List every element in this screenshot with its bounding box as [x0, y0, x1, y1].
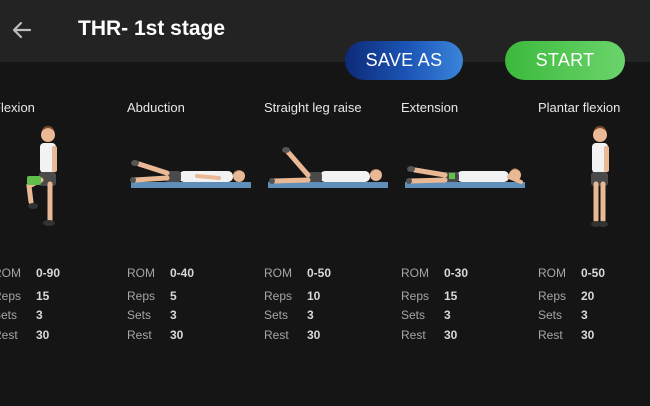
- stat-row-rom: ROM 0-50: [538, 266, 650, 282]
- stat-label: Reps: [264, 289, 293, 303]
- stat-row-rom: ROM 0-40: [127, 266, 257, 282]
- stat-row-rest: Rest 30: [264, 328, 394, 344]
- stat-label: ROM: [264, 266, 292, 280]
- stat-row-rom: ROM 0-90: [0, 266, 123, 282]
- stat-row-reps: Reps 10: [264, 289, 394, 305]
- stat-row-sets: Sets 3: [401, 308, 531, 324]
- exercise-name: Flexion: [0, 100, 35, 115]
- stat-label: ROM: [0, 266, 21, 280]
- stat-value: 0-50: [307, 266, 332, 280]
- stat-value: 15: [36, 289, 50, 303]
- prone-extension-figure: [405, 166, 525, 188]
- stat-label: Rest: [264, 328, 289, 342]
- start-button[interactable]: START: [505, 41, 625, 80]
- stat-label: Rest: [538, 328, 563, 342]
- stat-value: 3: [444, 308, 451, 322]
- stat-value: 30: [170, 328, 184, 342]
- stat-label: Rest: [0, 328, 18, 342]
- exercise-card-flexion[interactable]: Flexion ROM 0-90 Reps 15 Sets 3 Re: [0, 100, 123, 360]
- stat-label: Rest: [127, 328, 152, 342]
- stat-value: 5: [170, 289, 177, 303]
- stat-label: Reps: [0, 289, 22, 303]
- page-title: THR- 1st stage: [78, 17, 226, 40]
- stat-label: Reps: [401, 289, 430, 303]
- stat-row-rest: Rest 30: [401, 328, 531, 344]
- exercise-card-abduction[interactable]: Abduction ROM 0-40 Reps 5 Sets 3 Rest 30: [127, 100, 257, 360]
- stat-row-reps: Reps 15: [401, 289, 531, 305]
- exercise-name: Abduction: [127, 100, 185, 115]
- stat-label: Sets: [0, 308, 18, 322]
- standing-hip-flexion-figure: [26, 126, 57, 226]
- stat-value: 0-50: [581, 266, 606, 280]
- stat-value: 3: [36, 308, 43, 322]
- plantar-flexion-figure: [591, 126, 609, 227]
- stat-row-sets: Sets 3: [538, 308, 650, 324]
- stat-value: 30: [444, 328, 458, 342]
- stat-row-sets: Sets 3: [264, 308, 394, 324]
- stat-value: 0-30: [444, 266, 469, 280]
- exercise-name: Extension: [401, 100, 459, 115]
- stat-label: Sets: [127, 308, 152, 322]
- stat-value: 0-90: [36, 266, 61, 280]
- save-as-button[interactable]: SAVE AS: [345, 41, 463, 80]
- exercise-name: Straight leg raise: [264, 100, 362, 115]
- exercise-card-extension[interactable]: Extension ROM 0-30 Reps 15 Sets 3 Rest 3…: [401, 100, 531, 360]
- stat-label: Sets: [538, 308, 563, 322]
- stat-value: 15: [444, 289, 458, 303]
- stat-value: 30: [581, 328, 595, 342]
- stat-value: 0-40: [170, 266, 195, 280]
- stat-value: 3: [581, 308, 588, 322]
- side-lying-abduction-figure: [130, 160, 251, 188]
- stat-label: Sets: [264, 308, 289, 322]
- arrow-left-icon: [12, 21, 32, 39]
- straight-leg-raise-figure: [268, 147, 388, 188]
- exercise-card-straight-leg-raise[interactable]: Straight leg raise ROM 0-50 Reps 10 Sets…: [264, 100, 394, 360]
- stat-value: 30: [36, 328, 50, 342]
- stat-value: 10: [307, 289, 321, 303]
- stat-value: 20: [581, 289, 595, 303]
- stat-row-rom: ROM 0-50: [264, 266, 394, 282]
- stat-row-sets: Sets 3: [0, 308, 123, 324]
- stat-row-rest: Rest 30: [0, 328, 123, 344]
- stat-value: 3: [307, 308, 314, 322]
- stat-row-reps: Reps 15: [0, 289, 123, 305]
- stat-row-reps: Reps 5: [127, 289, 257, 305]
- stat-row-rest: Rest 30: [127, 328, 257, 344]
- back-button[interactable]: [10, 18, 34, 42]
- stat-label: ROM: [401, 266, 429, 280]
- stat-value: 30: [307, 328, 321, 342]
- stat-label: ROM: [538, 266, 566, 280]
- stat-row-rom: ROM 0-30: [401, 266, 531, 282]
- stat-row-sets: Sets 3: [127, 308, 257, 324]
- stat-row-rest: Rest 30: [538, 328, 650, 344]
- stat-value: 3: [170, 308, 177, 322]
- stat-label: Reps: [127, 289, 156, 303]
- stat-label: Sets: [401, 308, 426, 322]
- exercise-name: Plantar flexion: [538, 100, 621, 115]
- stat-label: Reps: [538, 289, 567, 303]
- stat-label: Rest: [401, 328, 426, 342]
- stat-row-reps: Reps 20: [538, 289, 650, 305]
- stat-label: ROM: [127, 266, 155, 280]
- exercise-card-plantar-flexion[interactable]: Plantar flexion ROM 0-50 Reps 20 Sets 3 …: [538, 100, 650, 360]
